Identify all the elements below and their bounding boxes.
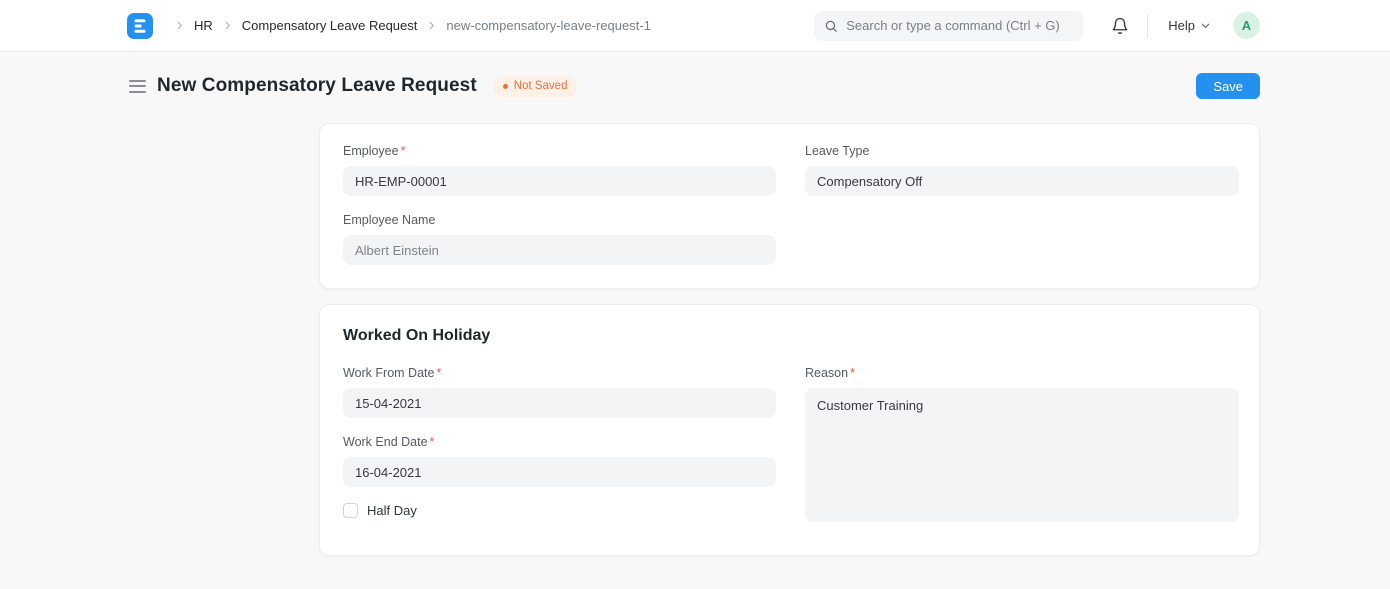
status-badge: Not Saved <box>493 76 578 97</box>
navbar-divider <box>1147 14 1148 38</box>
breadcrumb-item-hr[interactable]: HR <box>194 18 213 33</box>
field-label-work-from-date: Work From Date <box>343 366 434 380</box>
global-search[interactable] <box>814 11 1083 41</box>
field-leave-type: Leave Type <box>805 144 1239 196</box>
status-dot-icon <box>503 84 508 89</box>
page-content: New Compensatory Leave Request Not Saved… <box>0 52 1390 556</box>
help-dropdown[interactable]: Help <box>1162 14 1217 37</box>
field-reason: Reason* Customer Training <box>805 366 1239 527</box>
employee-name-input[interactable] <box>343 235 776 265</box>
notifications-bell-icon[interactable] <box>1111 17 1129 35</box>
help-label: Help <box>1168 18 1195 33</box>
chevron-right-icon <box>426 20 437 31</box>
employee-input[interactable] <box>343 166 776 196</box>
half-day-checkbox[interactable] <box>343 503 358 518</box>
section-title: Worked On Holiday <box>343 327 1237 345</box>
app-logo-icon[interactable] <box>127 13 153 39</box>
form-section-details: Employee* Employee Name Leave Ty <box>319 123 1260 289</box>
form-section-worked-on-holiday: Worked On Holiday Work From Date* Work E… <box>319 304 1260 556</box>
field-employee-name: Employee Name <box>343 213 776 265</box>
required-marker: * <box>401 144 406 158</box>
field-half-day[interactable]: Half Day <box>343 503 776 518</box>
leave-type-input[interactable] <box>805 166 1239 196</box>
required-marker: * <box>850 366 855 380</box>
required-marker: * <box>430 435 435 449</box>
field-label-reason: Reason <box>805 366 848 380</box>
field-label-leave-type: Leave Type <box>805 144 869 158</box>
work-from-date-input[interactable] <box>343 388 776 418</box>
chevron-down-icon <box>1200 20 1211 31</box>
search-input[interactable] <box>846 18 1073 33</box>
field-work-end-date: Work End Date* <box>343 435 776 487</box>
field-label-work-end-date: Work End Date <box>343 435 428 449</box>
breadcrumb-item-doctype[interactable]: Compensatory Leave Request <box>242 18 418 33</box>
field-label-employee: Employee <box>343 144 399 158</box>
breadcrumb-item-current: new-compensatory-leave-request-1 <box>446 18 650 33</box>
field-employee: Employee* <box>343 144 776 196</box>
required-marker: * <box>436 366 441 380</box>
navbar: HR Compensatory Leave Request new-compen… <box>0 0 1390 52</box>
half-day-label: Half Day <box>367 503 417 518</box>
avatar[interactable]: A <box>1233 12 1260 39</box>
chevron-right-icon <box>222 20 233 31</box>
field-label-employee-name: Employee Name <box>343 213 435 227</box>
breadcrumb: HR Compensatory Leave Request new-compen… <box>165 18 651 33</box>
status-badge-label: Not Saved <box>514 80 568 92</box>
work-end-date-input[interactable] <box>343 457 776 487</box>
search-icon <box>824 19 838 33</box>
form-column: Employee* Employee Name Leave Ty <box>319 123 1260 556</box>
sidebar-toggle-icon[interactable] <box>127 77 148 96</box>
save-button[interactable]: Save <box>1196 73 1260 99</box>
page-head: New Compensatory Leave Request Not Saved… <box>127 72 1260 100</box>
reason-textarea[interactable]: Customer Training <box>805 388 1239 522</box>
chevron-right-icon <box>174 20 185 31</box>
page-title: New Compensatory Leave Request <box>157 75 477 97</box>
field-work-from-date: Work From Date* <box>343 366 776 418</box>
